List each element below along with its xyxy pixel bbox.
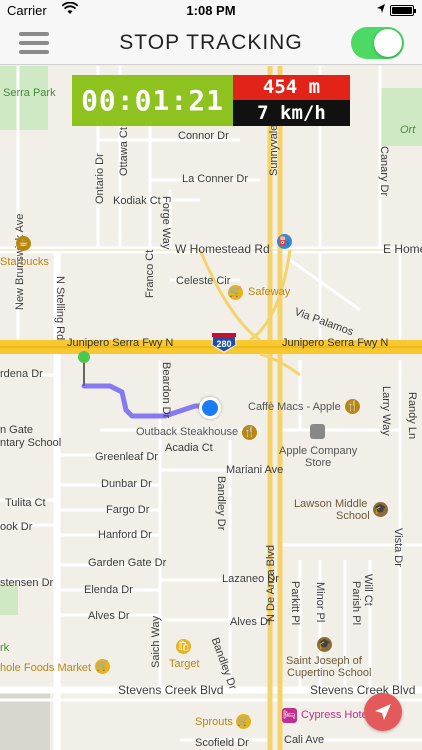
school-label[interactable]: Lawson Middle [294,498,367,510]
poi-label[interactable]: Outback Steakhouse [136,426,238,438]
poi-label[interactable]: Target [169,658,200,670]
park-label: Serra Park [3,87,56,99]
street-label: La Conner Dr [182,173,249,185]
street-label: Vista Dr [392,528,404,567]
navigation-bar: STOP TRACKING [0,20,422,65]
school-label[interactable]: ntary School [0,437,61,449]
street-label: Parish Pl [350,581,362,626]
current-location-dot [199,397,221,419]
street-label: Alves Dr [230,616,272,628]
restaurant-icon[interactable]: 🍴 [345,399,360,414]
freeway-label: Junipero Serra Fwy N [67,337,174,349]
poi-label[interactable]: Store [305,457,331,469]
street-label: Bandley Dr [215,476,227,531]
street-label: Saich Way [150,615,162,668]
shopping-cart-icon[interactable]: 🛒 [228,285,243,300]
street-label: Will Ct [362,574,374,606]
poi-label[interactable]: Apple Company [279,445,357,457]
street-label: Minor Pl [314,582,326,623]
street-label: Beardon Dr [160,362,172,419]
hotel-icon[interactable]: 🛏 [282,708,297,723]
street-label: Mariani Ave [226,464,284,476]
street-label: Cali Ave [284,734,325,746]
street-label: Larry Way [380,386,392,436]
street-label: ook Dr [0,521,33,533]
freeway-label: Junipero Serra Fwy N [282,337,389,349]
poi-label[interactable]: Sprouts [195,716,233,728]
locate-me-button[interactable] [364,693,402,731]
street-label: Parkitt Pl [289,581,301,626]
school-label[interactable]: Saint Joseph of [286,655,362,667]
battery-icon [390,5,416,16]
toggle-knob [374,29,402,57]
street-label: Hanford Dr [98,529,152,541]
poi-label: rk [0,642,10,654]
street-label: Scofield Dr [195,737,249,749]
distance-readout: 454 m [233,75,350,100]
street-label: Alves Dr [88,610,130,622]
street-label: Garden Gate Dr [88,557,167,569]
street-label: W Homestead Rd [175,242,270,256]
street-label: Connor Dr [178,130,229,142]
school-label[interactable]: Cupertino School [287,667,371,679]
street-label: Greenleaf Dr [95,451,158,463]
street-label: Fargo Dr [106,504,150,516]
interstate-280-shield: 280 [216,339,231,349]
restaurant-icon[interactable]: 🍴 [242,425,257,440]
clock: 1:08 PM [186,3,236,18]
street-label: Dunbar Dr [101,478,152,490]
location-services-icon [377,4,385,13]
apple-store-icon[interactable] [310,424,325,439]
school-label[interactable]: n Gate [0,424,33,436]
street-label: Stevens Creek Blvd [118,683,224,697]
gas-station-icon[interactable]: ⛽ [277,234,292,249]
school-label[interactable]: School [336,510,370,522]
tracking-toggle[interactable] [351,27,404,59]
street-label: Tulita Ct [5,497,46,509]
shopping-bag-icon[interactable]: 🛍 [176,639,191,654]
street-label: Ontario Dr [94,153,106,204]
poi-label[interactable]: Caffè Macs - Apple [248,401,341,413]
street-label: Franco Ct [144,249,156,298]
shopping-cart-icon[interactable]: 🛒 [236,714,251,729]
street-label: Celeste Cir [176,275,231,287]
street-label: stensen Dr [0,577,54,589]
speed-readout: 7 km/h [233,100,350,126]
start-pin-icon[interactable] [78,350,92,388]
poi-label[interactable]: Safeway [248,286,290,298]
street-label: Acadia Ct [165,442,213,454]
street-label: Kodiak Ct [113,195,161,207]
poi-label[interactable]: Cypress Hote [301,709,368,721]
school-icon[interactable]: 🎓 [373,502,388,517]
street-label: Elenda Dr [84,584,133,596]
park-label: Ort [400,124,416,136]
street-label: Forge Way [160,196,172,250]
app-screen: Carrier 1:08 PM STOP TRACKING 280 Serra … [0,0,422,750]
street-label: E Home [383,242,422,256]
status-bar: Carrier 1:08 PM [0,0,422,20]
elapsed-time: 00:01:21 [72,75,233,126]
street-label: N Stelling Rd [54,276,66,341]
tracking-stats-panel: 00:01:21 454 m 7 km/h [72,75,350,126]
navigation-arrow-icon [375,704,391,720]
shopping-cart-icon[interactable]: 🛒 [95,659,110,674]
street-label: rdena Dr [0,368,43,380]
school-icon[interactable]: 🎓 [317,637,332,652]
poi-label[interactable]: hole Foods Market [0,662,91,674]
street-label: Canary Dr [378,146,390,197]
street-label: Lazaneo Dr [222,573,279,585]
street-label: Ottawa Ct [118,127,130,176]
poi-label[interactable]: Starbucks [0,256,49,268]
street-label: Randy Ln [406,392,418,440]
coffee-icon[interactable]: ☕ [16,236,31,251]
